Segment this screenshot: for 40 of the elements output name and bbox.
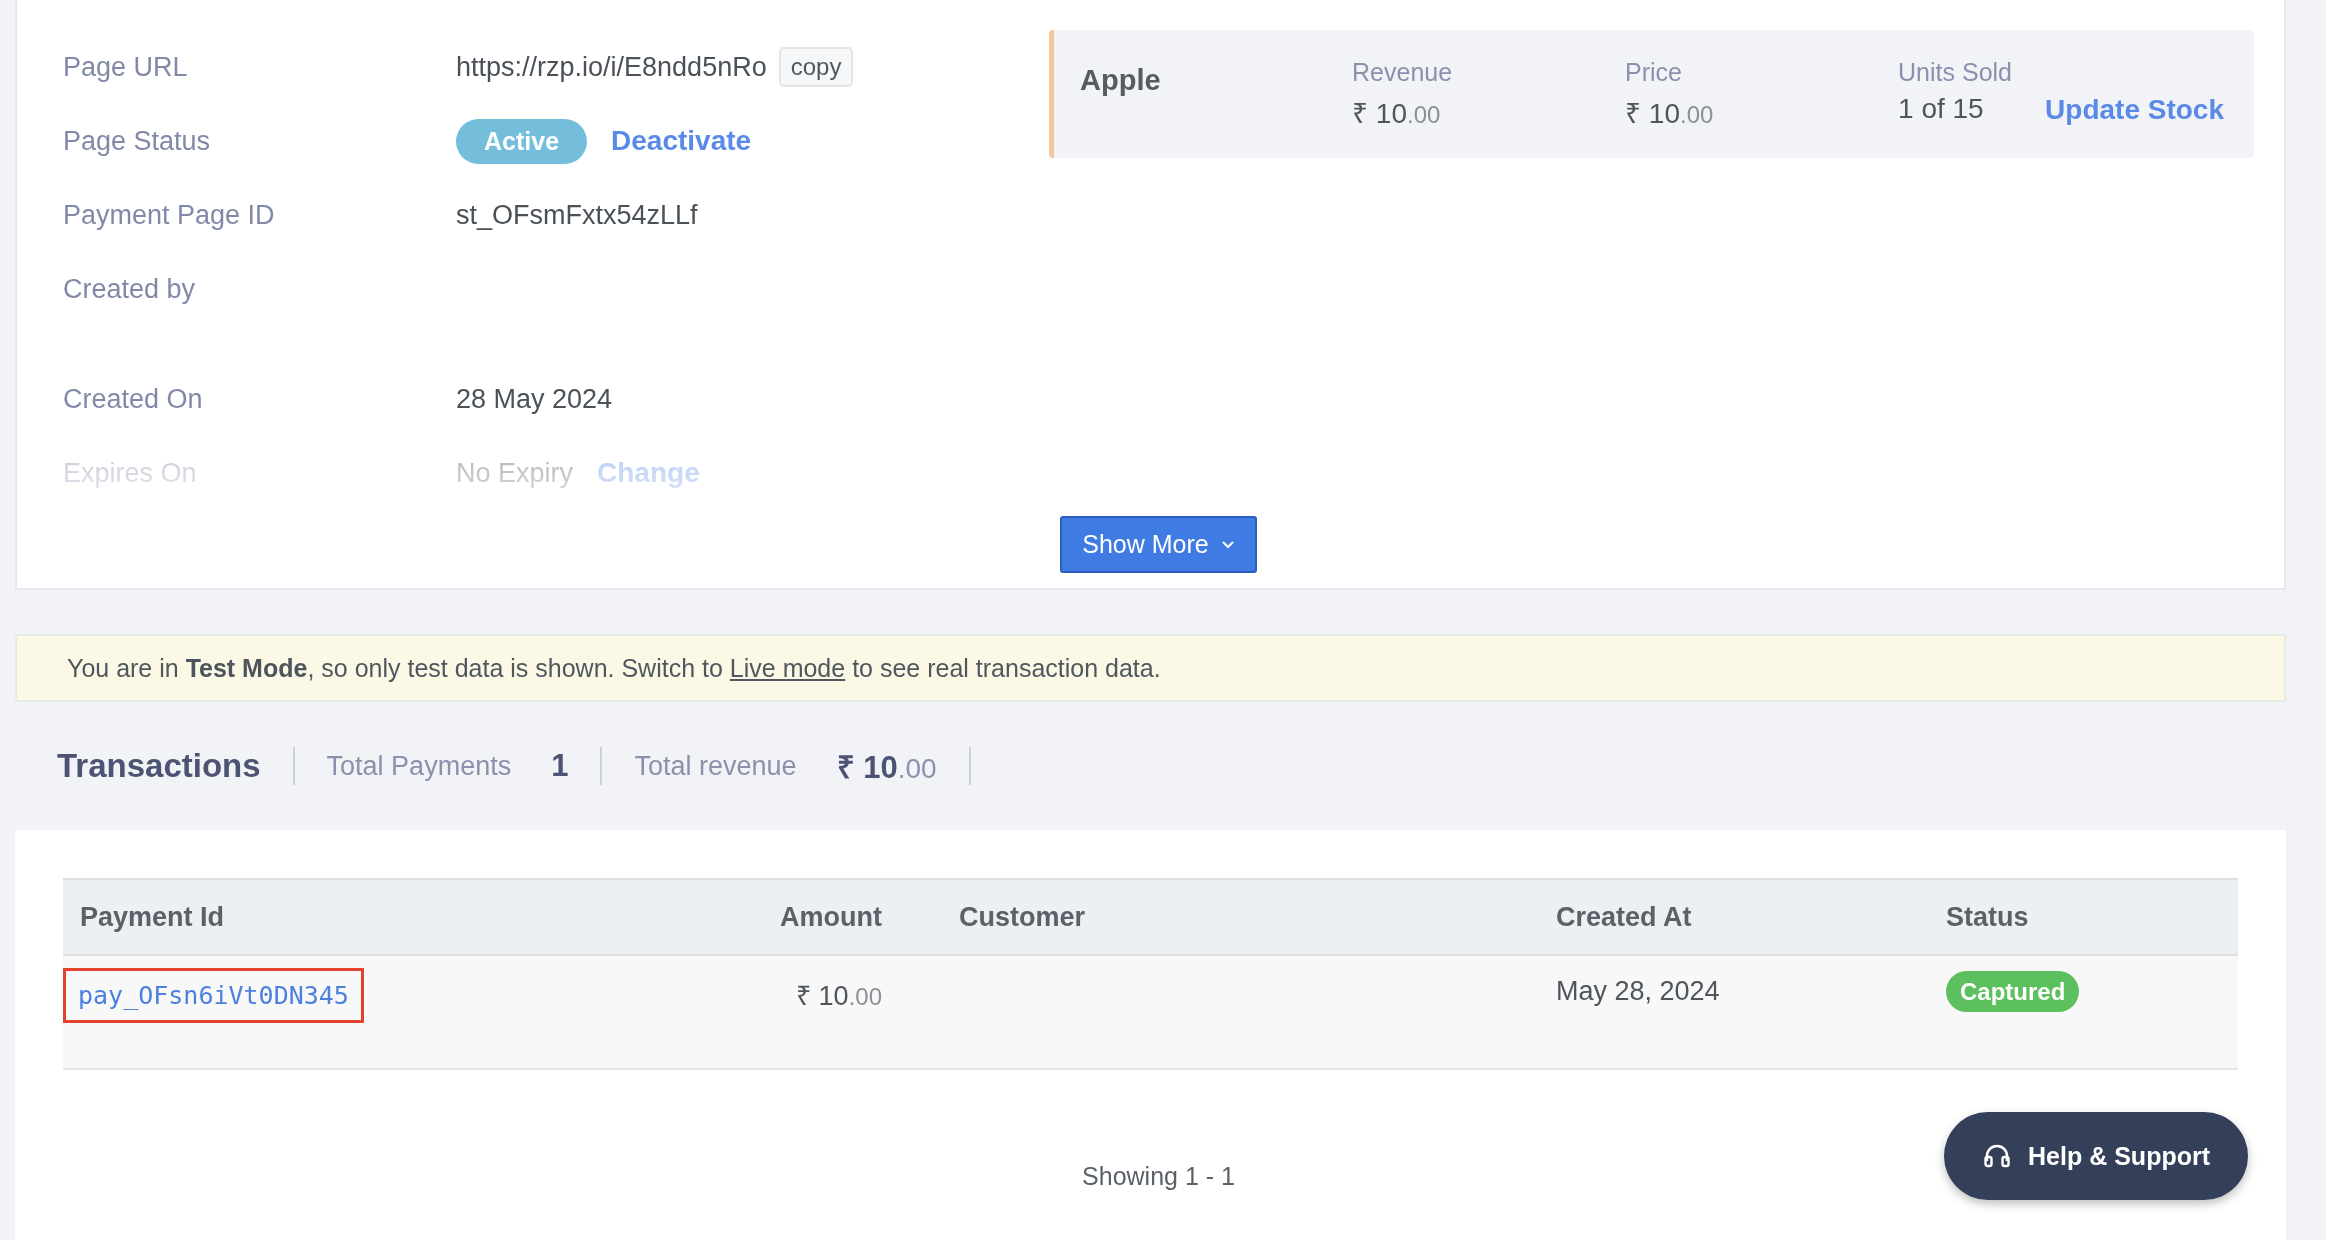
field-label: Created On: [63, 383, 204, 415]
pagination-text: Showing 1 - 1: [1082, 1162, 1235, 1190]
table-cell: ₹ 10.00: [796, 981, 882, 1011]
product-name: Apple: [1080, 63, 1162, 97]
status-badge: Captured: [1946, 971, 2080, 1012]
field-value: 28 May 2024: [456, 383, 613, 415]
summary-label: Total revenue: [634, 750, 797, 782]
banner-text: You are in Test Mode, so only test data is shown. Switch to Live mode to see real transaction data.: [67, 653, 1161, 683]
summary-label: Total Payments: [326, 750, 512, 782]
stat-label: Revenue: [1352, 58, 1454, 87]
show-more-button[interactable]: Show More: [1060, 516, 1257, 573]
column-header: Created At: [1555, 879, 1945, 955]
chevron-down-icon: [1220, 539, 1235, 550]
stat-value: 1 of 15: [1898, 93, 1985, 125]
field-value: No Expiry: [456, 457, 574, 489]
summary-value: ₹ 10.00: [836, 749, 937, 787]
column-header: Customer: [883, 879, 1555, 955]
stat-label: Units Sold: [1898, 58, 2013, 87]
deactivate-link[interactable]: Deactivate: [611, 125, 752, 157]
copy-button[interactable]: copy: [778, 47, 854, 87]
field-label: Page Status: [63, 125, 212, 157]
field-label: Created by: [63, 274, 197, 305]
update-stock-link[interactable]: Update Stock: [2045, 94, 2224, 126]
column-header: Payment Id: [63, 879, 731, 955]
status-badge: Active: [456, 118, 588, 164]
stat-value: ₹ 10.00: [1352, 97, 1442, 131]
column-header: Amount: [731, 879, 883, 955]
page-url: https://rzp.io/i/E8ndd5nRo: [456, 51, 767, 83]
help-support-button[interactable]: Help & Support: [1944, 1112, 2248, 1200]
field-value: st_OFsmFxtx54zLLf: [456, 199, 698, 231]
summary-value: 1: [551, 748, 569, 784]
field-label: Payment Page ID: [63, 199, 276, 231]
stat-label: Price: [1625, 58, 1684, 87]
stat-value: ₹ 10.00: [1625, 97, 1715, 131]
column-header: Status: [1945, 879, 2238, 955]
field-label: Page URL: [63, 51, 189, 83]
table-cell: May 28, 2024: [1556, 976, 1720, 1006]
section-title: Transactions: [57, 747, 261, 785]
payment-id-link[interactable]: pay_OFsn6iVt0DN345: [63, 968, 364, 1023]
live-mode-link[interactable]: Live mode: [729, 653, 846, 682]
